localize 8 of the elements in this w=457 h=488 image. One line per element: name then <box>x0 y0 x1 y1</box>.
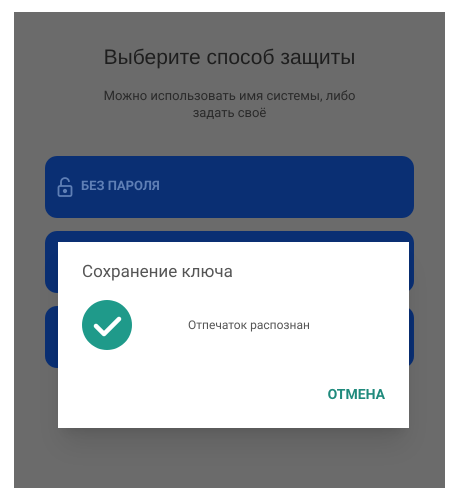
check-circle-icon <box>82 300 132 350</box>
unlocked-padlock-icon <box>57 176 73 196</box>
page-title: Выберите способ защиты <box>104 45 356 71</box>
dialog-title: Сохранение ключа <box>82 261 234 284</box>
option-button[interactable]: БЕЗ ПАРОЛЯ <box>45 156 414 218</box>
status-text: Отпечаток распознан <box>188 316 310 334</box>
cancel-button[interactable]: ОТМЕНА <box>328 385 385 406</box>
page-subtitle: Можно использовать имя системы, либо задать своё <box>102 88 356 122</box>
